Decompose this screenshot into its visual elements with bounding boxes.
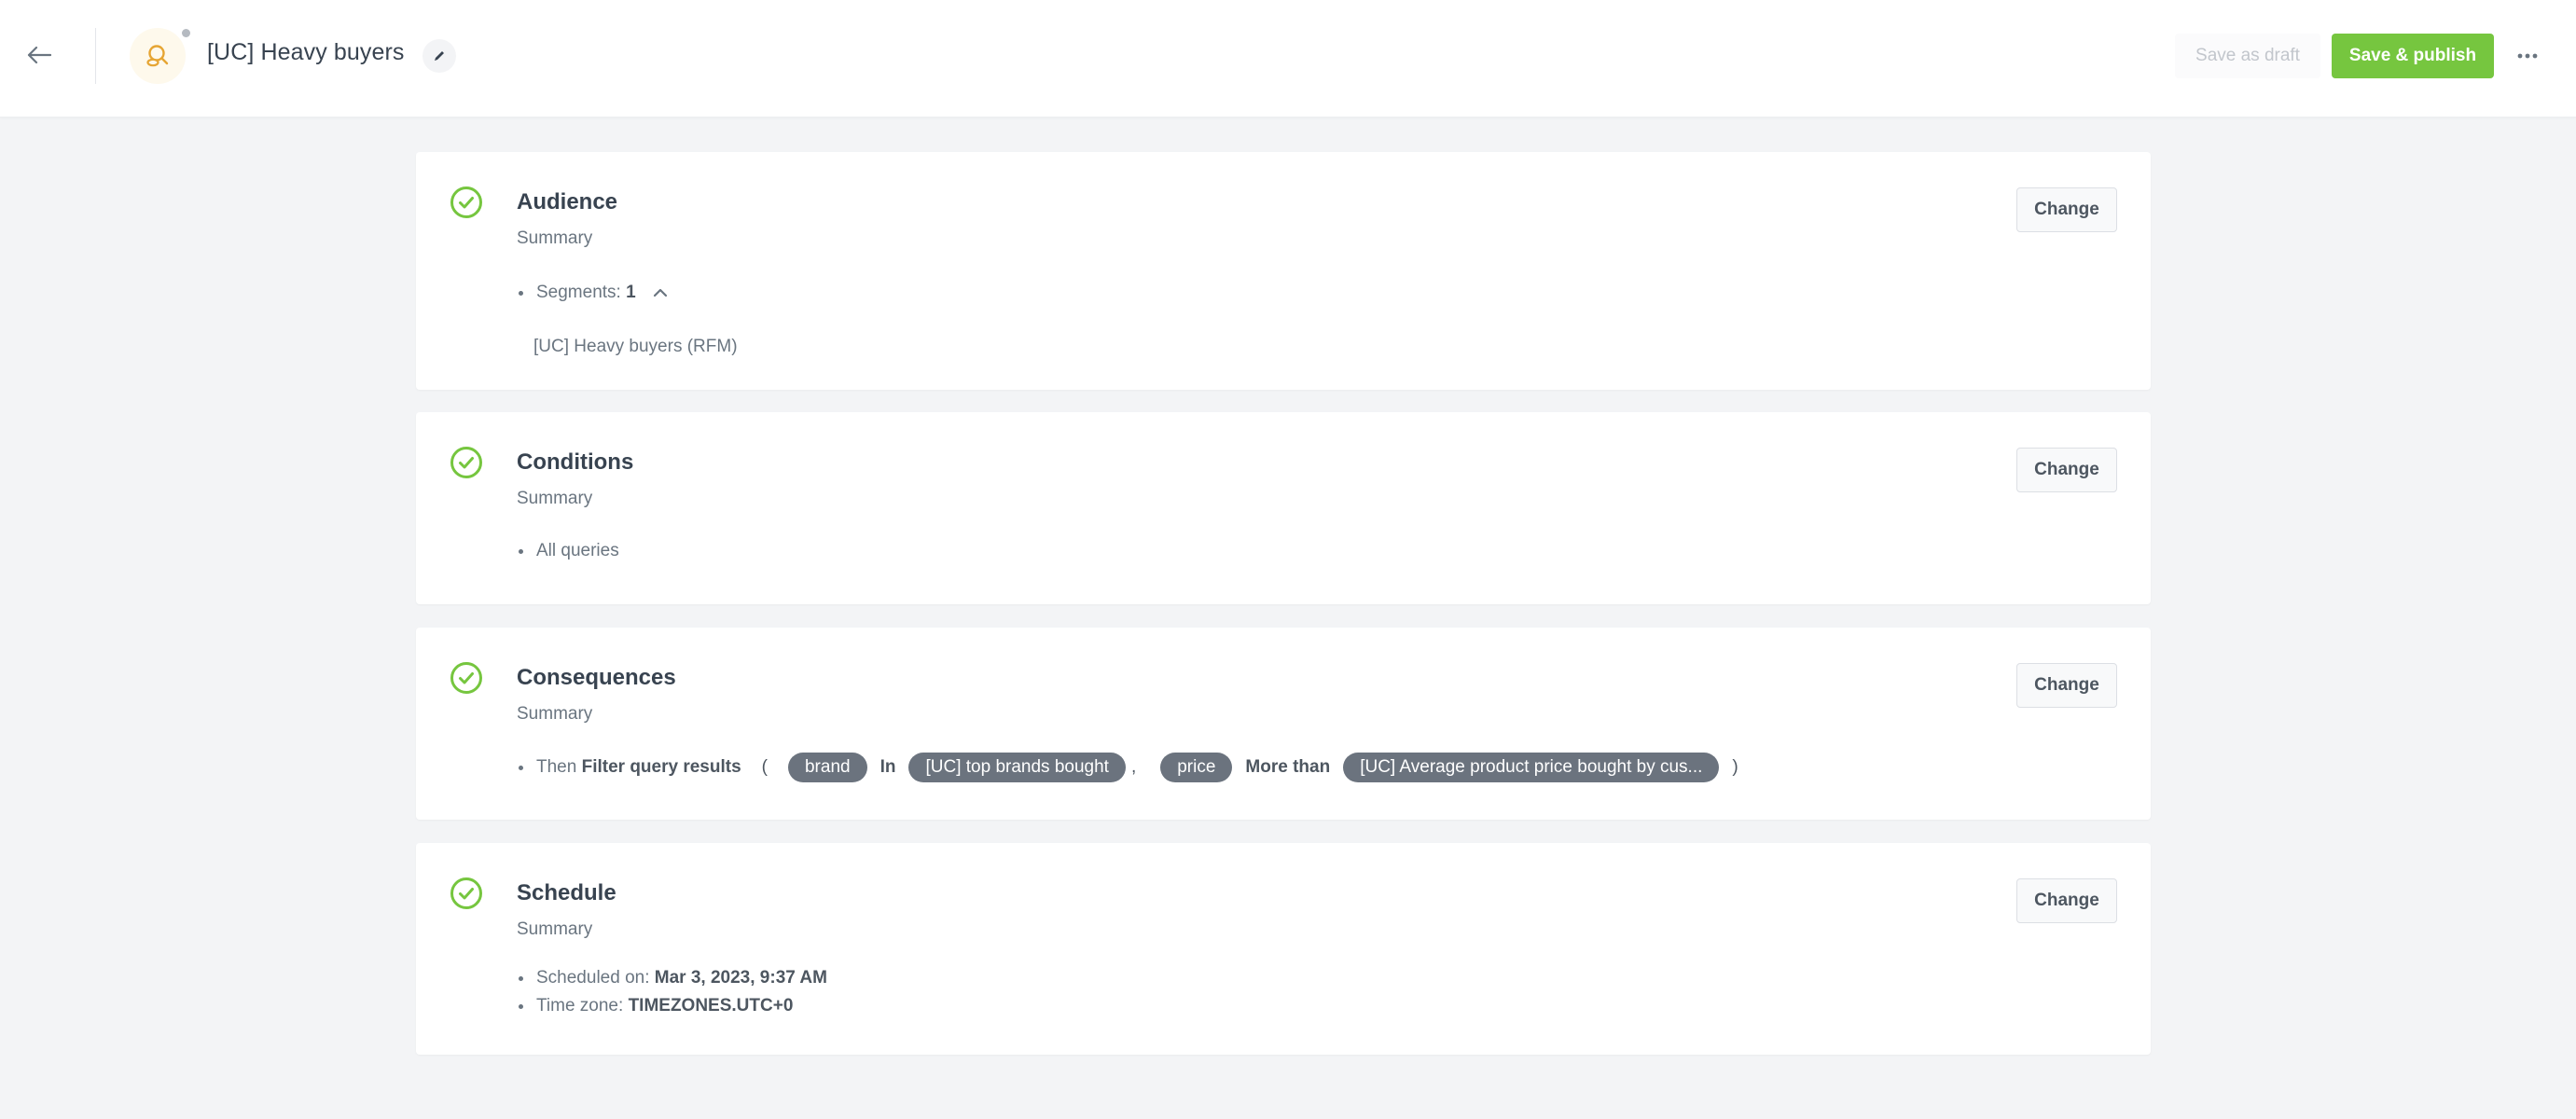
- pencil-icon: [435, 51, 444, 61]
- segment-item: [UC] Heavy buyers (RFM): [533, 337, 738, 356]
- header-divider: [95, 28, 96, 84]
- audience-change-button[interactable]: Change: [2016, 187, 2117, 232]
- timezone-row: Time zone: TIMEZONES.UTC+0: [517, 996, 793, 1016]
- consequences-card: Consequences Summary Change Then Filter …: [416, 628, 2151, 820]
- app-icon: [130, 28, 190, 84]
- audience-card: Audience Summary Change Segments: 1 [UC]…: [416, 152, 2151, 390]
- open-paren: (: [761, 757, 768, 777]
- section-subtitle: Summary: [517, 919, 593, 939]
- section-title: Consequences: [517, 665, 676, 690]
- then-label: Then: [536, 757, 577, 777]
- arrow-left-icon: [27, 46, 51, 64]
- timezone-value: TIMEZONES.UTC+0: [628, 996, 794, 1015]
- schedule-card: Schedule Summary Change Scheduled on: Ma…: [416, 843, 2151, 1055]
- bullet: [519, 290, 523, 296]
- collapse-segments-toggle[interactable]: [653, 288, 668, 297]
- conditions-change-button[interactable]: Change: [2016, 448, 2117, 492]
- top-bar: [UC] Heavy buyers Save as draft Save & p…: [0, 0, 2576, 117]
- segments-summary: Segments: 1: [517, 283, 668, 303]
- filter-operator: In: [879, 757, 896, 777]
- section-subtitle: Summary: [517, 228, 593, 248]
- filter-operator: More than: [1245, 757, 1331, 777]
- section-title: Schedule: [517, 880, 616, 905]
- filter-field-pill: brand: [787, 753, 867, 782]
- filter-value-pill: [UC] top brands bought: [908, 753, 1126, 782]
- scheduled-on-row: Scheduled on: Mar 3, 2023, 9:37 AM: [517, 968, 827, 988]
- condition-text: All queries: [536, 541, 619, 560]
- status-dot: [182, 29, 190, 37]
- scheduled-on-label: Scheduled on:: [536, 968, 650, 988]
- action-label: Filter query results: [581, 757, 741, 777]
- scheduled-on-value: Mar 3, 2023, 9:37 AM: [654, 968, 827, 988]
- check-circle-icon: [450, 662, 482, 694]
- edit-title-button[interactable]: [422, 39, 456, 73]
- segments-count: 1: [626, 283, 636, 302]
- consequences-change-button[interactable]: Change: [2016, 663, 2117, 708]
- save-and-publish-button[interactable]: Save & publish: [2332, 34, 2494, 78]
- page-title: [UC] Heavy buyers: [207, 39, 405, 65]
- schedule-change-button[interactable]: Change: [2016, 878, 2117, 923]
- conditions-item: All queries: [517, 541, 619, 561]
- close-paren: ): [1732, 757, 1738, 777]
- chevron-up-icon: [653, 288, 667, 297]
- search-segment-icon: [146, 45, 169, 67]
- check-circle-icon: [450, 447, 482, 478]
- filter-field-pill: price: [1160, 753, 1233, 782]
- section-title: Audience: [517, 189, 618, 214]
- consequence-rule: Then Filter query results ( brand In [UC…: [517, 753, 1738, 782]
- section-subtitle: Summary: [517, 489, 593, 508]
- back-button[interactable]: [21, 35, 58, 75]
- bullet: [519, 765, 523, 770]
- conditions-card: Conditions Summary Change All queries: [416, 412, 2151, 604]
- save-as-draft-button[interactable]: Save as draft: [2175, 34, 2320, 78]
- section-title: Conditions: [517, 449, 634, 475]
- check-circle-icon: [450, 877, 482, 909]
- section-subtitle: Summary: [517, 704, 593, 724]
- filter-value-pill: [UC] Average product price bought by cus…: [1343, 753, 1720, 782]
- segments-label: Segments:: [536, 283, 621, 302]
- bullet: [519, 975, 523, 981]
- check-circle-icon: [450, 186, 482, 218]
- more-horizontal-icon: [2517, 53, 2538, 59]
- more-options-button[interactable]: [2511, 37, 2544, 75]
- bullet: [519, 548, 523, 554]
- bullet: [519, 1003, 523, 1009]
- timezone-label: Time zone:: [536, 996, 624, 1015]
- comma-separator: ,: [1130, 757, 1137, 777]
